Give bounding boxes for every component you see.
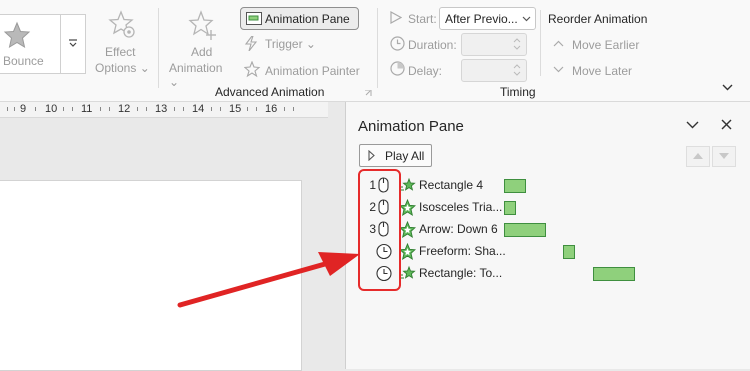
callout-arrow: [177, 252, 360, 308]
